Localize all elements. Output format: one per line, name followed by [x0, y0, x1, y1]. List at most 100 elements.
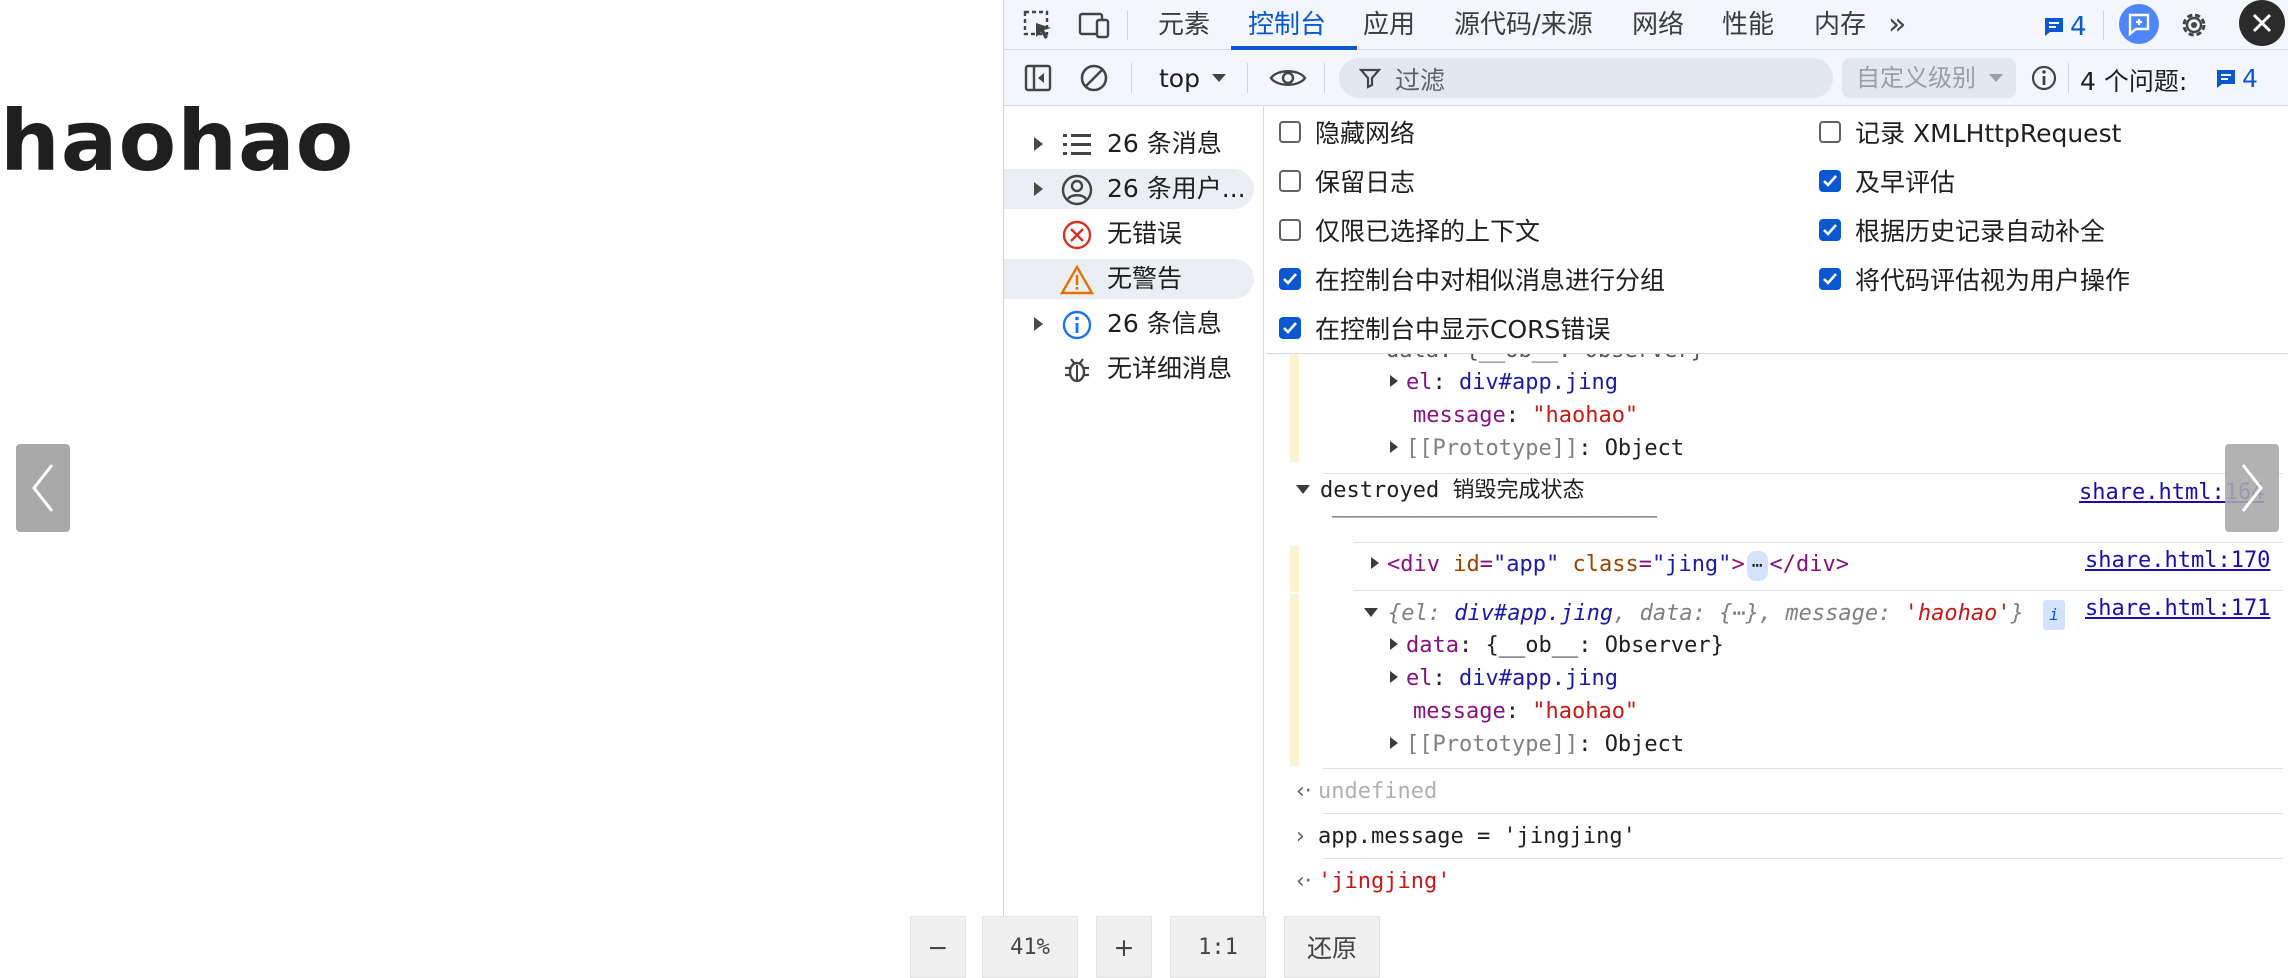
- close-devtools-icon[interactable]: [2239, 0, 2285, 46]
- sidebar-item-info[interactable]: 26 条信息: [1004, 304, 1254, 344]
- setting-hide-network[interactable]: 隐藏网络: [1279, 115, 1415, 149]
- log-divider: [1323, 473, 2283, 474]
- setting-group-similar[interactable]: 在控制台中对相似消息进行分组: [1279, 262, 1665, 296]
- console-property-prototype[interactable]: [[Prototype]]: Object: [1390, 730, 1684, 760]
- tab-sources[interactable]: 源代码/来源: [1454, 0, 1593, 50]
- expand-arrow-icon[interactable]: [1390, 671, 1398, 683]
- console-property-data[interactable]: data: {__ob__: Observer}: [1390, 631, 1724, 661]
- ai-assistant-icon[interactable]: [2119, 4, 2159, 44]
- console-property-prototype[interactable]: [[Prototype]]: Object: [1390, 434, 1684, 464]
- prev-image-button[interactable]: [16, 444, 70, 532]
- sidebar-item-user-messages[interactable]: 26 条用户...: [1004, 169, 1254, 209]
- actual-size-button[interactable]: 1:1: [1170, 916, 1266, 978]
- sidebar-item-label: 26 条信息: [1107, 309, 1222, 338]
- tab-network[interactable]: 网络: [1632, 0, 1684, 50]
- issues-counter[interactable]: 4: [2214, 64, 2258, 93]
- console-dom-node[interactable]: <div id="app" class="jing"> ⋯ </div>: [1371, 550, 1849, 581]
- expand-arrow-icon: [1034, 317, 1043, 331]
- check-icon: [1823, 224, 1837, 236]
- setting-preserve-log[interactable]: 保留日志: [1279, 164, 1415, 198]
- sidebar-item-verbose[interactable]: 无详细消息: [1004, 349, 1254, 389]
- filter-funnel-icon: [1359, 68, 1381, 89]
- setting-autocomplete-history[interactable]: 根据历史记录自动补全: [1819, 213, 2105, 247]
- expand-arrow-icon[interactable]: [1390, 375, 1398, 387]
- log-level-select[interactable]: 自定义级别: [1842, 58, 2016, 98]
- more-tabs-button[interactable]: »: [1888, 0, 1906, 50]
- object-summary-text: {el:: [1388, 601, 1455, 626]
- settings-gear-icon[interactable]: [2176, 7, 2212, 43]
- checkbox-checked[interactable]: [1819, 219, 1841, 241]
- setting-selected-context-only[interactable]: 仅限已选择的上下文: [1279, 213, 1540, 247]
- info-badge[interactable]: i: [2043, 600, 2065, 630]
- checkbox-checked[interactable]: [1279, 268, 1301, 290]
- collapse-arrow-icon[interactable]: [1364, 608, 1378, 617]
- property-key: [[Prototype]]: [1406, 732, 1579, 757]
- group-indent-bar: [1290, 546, 1299, 592]
- devtools-tabbar: 元素 控制台 应用 源代码/来源 网络 性能 内存 » 4: [1004, 0, 2288, 50]
- checkbox-checked[interactable]: [1819, 170, 1841, 192]
- tab-application[interactable]: 应用: [1363, 0, 1415, 50]
- checkbox[interactable]: [1279, 219, 1301, 241]
- tab-performance[interactable]: 性能: [1722, 0, 1774, 50]
- live-expression-eye-icon[interactable]: [1266, 60, 1310, 96]
- checkbox[interactable]: [1279, 170, 1301, 192]
- issues-info-icon[interactable]: [2026, 60, 2062, 96]
- expand-arrow-icon[interactable]: [1390, 737, 1398, 749]
- console-result-line: ‹·'jingjing': [1296, 867, 1450, 897]
- tab-console[interactable]: 控制台: [1248, 0, 1326, 50]
- clear-console-icon[interactable]: [1076, 60, 1112, 96]
- property-value: div#app.jing: [1459, 370, 1618, 395]
- device-toolbar-icon[interactable]: [1076, 7, 1112, 43]
- error-icon: [1060, 218, 1094, 252]
- object-summary-text: div#app.jing: [1454, 601, 1614, 626]
- console-object-summary[interactable]: {el: div#app.jing, data: {⋯}, message: '…: [1364, 599, 2065, 630]
- chevron-left-icon: [32, 464, 54, 512]
- tab-elements[interactable]: 元素: [1158, 0, 1210, 50]
- result-arrow-icon: ‹·: [1296, 869, 1312, 894]
- source-link[interactable]: share.html:170: [2085, 548, 2270, 573]
- tab-memory[interactable]: 内存: [1814, 0, 1866, 50]
- inspect-element-icon[interactable]: [1020, 7, 1056, 43]
- checkbox-checked[interactable]: [1279, 317, 1301, 339]
- setting-log-xhr[interactable]: 记录 XMLHttpRequest: [1819, 115, 2121, 149]
- expand-arrow-icon[interactable]: [1390, 441, 1398, 453]
- zoom-in-button[interactable]: +: [1096, 916, 1152, 978]
- context-selector[interactable]: top: [1159, 60, 1228, 96]
- sidebar-item-warnings[interactable]: 无警告: [1004, 259, 1254, 299]
- setting-eager-evaluation[interactable]: 及早评估: [1819, 164, 1955, 198]
- group-indent-bar: [1290, 594, 1299, 766]
- checkbox-checked[interactable]: [1819, 268, 1841, 290]
- expand-arrow-icon[interactable]: [1390, 638, 1398, 650]
- object-summary-text: }: [2010, 601, 2024, 626]
- context-selector-label: top: [1159, 63, 1200, 93]
- html-attr-name: class: [1572, 552, 1639, 577]
- console-property-el[interactable]: el: div#app.jing: [1390, 368, 1618, 398]
- filter-input[interactable]: 过滤: [1339, 58, 1833, 98]
- property-colon: :: [1578, 436, 1605, 461]
- collapsed-content-badge[interactable]: ⋯: [1746, 551, 1768, 581]
- issues-label[interactable]: 4 个问题:: [2080, 62, 2187, 98]
- property-value: Object: [1604, 732, 1685, 757]
- checkbox[interactable]: [1279, 121, 1301, 143]
- expand-arrow-icon[interactable]: [1371, 557, 1379, 569]
- sidebar-item-label: 26 条消息: [1107, 129, 1222, 158]
- toolbar-separator-3: [1324, 63, 1325, 93]
- sidebar-item-label: 无错误: [1107, 219, 1183, 248]
- sidebar-item-errors[interactable]: 无错误: [1004, 214, 1254, 254]
- console-property-el[interactable]: el: div#app.jing: [1390, 664, 1618, 694]
- toggle-sidebar-icon[interactable]: [1020, 60, 1056, 96]
- messages-counter[interactable]: 4: [2042, 12, 2087, 42]
- sidebar-item-messages[interactable]: 26 条消息: [1004, 124, 1254, 164]
- next-image-button[interactable]: [2225, 444, 2279, 532]
- setting-show-cors-errors[interactable]: 在控制台中显示CORS错误: [1279, 311, 1610, 345]
- zoom-out-button[interactable]: −: [910, 916, 966, 978]
- setting-user-activation[interactable]: 将代码评估视为用户操作: [1819, 262, 2130, 296]
- checkbox[interactable]: [1819, 121, 1841, 143]
- setting-label: 保留日志: [1315, 168, 1416, 197]
- source-link[interactable]: share.html:171: [2085, 596, 2270, 621]
- filter-placeholder: 过滤: [1395, 66, 1446, 95]
- restore-button[interactable]: 还原: [1284, 916, 1380, 978]
- property-value: "haohao": [1532, 699, 1639, 724]
- check-icon: [1823, 175, 1837, 187]
- collapse-arrow-icon[interactable]: [1296, 485, 1310, 494]
